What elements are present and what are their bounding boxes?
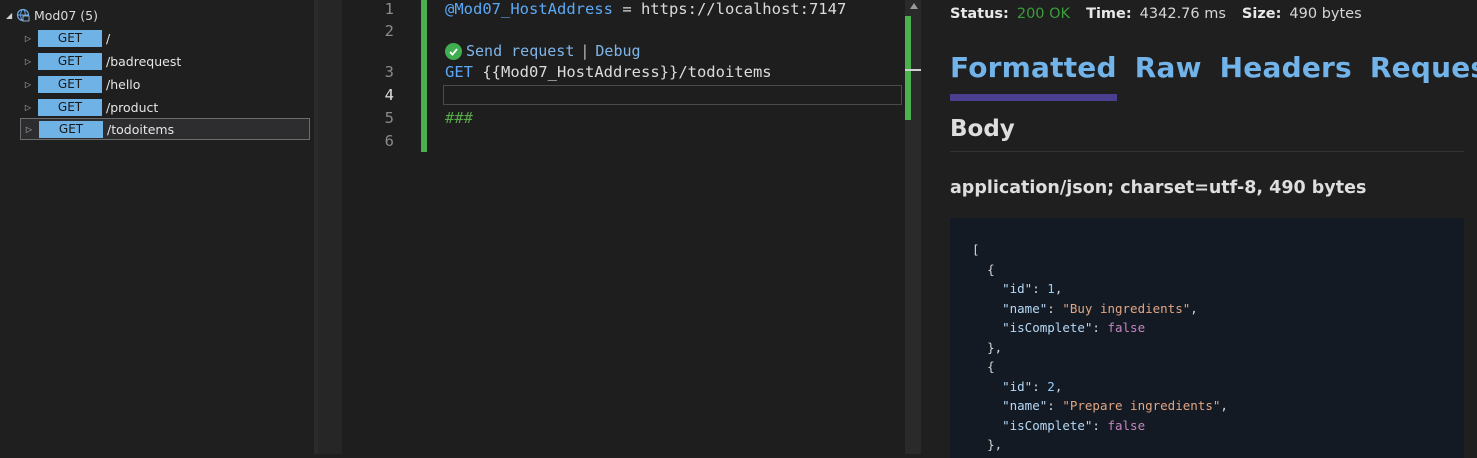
tree-item-hello[interactable]: ▷ GET /hello	[20, 73, 310, 95]
panel-splitter[interactable]	[318, 0, 342, 454]
variable-value: = https://localhost:7147	[612, 0, 847, 18]
json-line: [	[972, 242, 980, 257]
request-separator-comment: ###	[445, 109, 473, 127]
current-line-highlight	[443, 85, 902, 105]
json-viewer[interactable]: [ { "id": 1, "name": "Buy ingredients", …	[950, 218, 1464, 458]
scroll-up-arrow-icon[interactable]	[910, 3, 918, 9]
endpoint-path: /badrequest	[106, 53, 182, 69]
collapsed-caret-icon[interactable]: ▷	[20, 103, 36, 112]
endpoint-path: /product	[106, 99, 159, 115]
line-number: 6	[384, 132, 394, 150]
response-tabs: Formatted Raw Headers Request	[950, 48, 1477, 101]
divider	[950, 151, 1464, 152]
time-value: 4342.76 ms	[1139, 6, 1226, 22]
json-line: {	[987, 262, 995, 277]
json-line: "name": "Buy ingredients",	[1002, 301, 1198, 316]
response-panel: Status: 200 OK Time: 4342.76 ms Size: 49…	[921, 0, 1477, 458]
variable-reference: {{Mod07_HostAddress}}	[482, 63, 679, 81]
method-badge: GET	[38, 52, 102, 70]
time-label: Time:	[1086, 6, 1132, 22]
collapsed-caret-icon[interactable]: ▷	[20, 80, 36, 89]
tree-root-label: Mod07 (5)	[34, 7, 98, 23]
tree-item-product[interactable]: ▷ GET /product	[20, 96, 310, 118]
size-label: Size:	[1241, 6, 1282, 22]
send-request-link[interactable]: Send request	[466, 42, 574, 60]
json-line: },	[987, 437, 1003, 452]
tree-item-todoitems[interactable]: ▷ GET /todoitems	[20, 118, 310, 140]
body-heading: Body	[950, 116, 1015, 142]
codelens-separator: |	[580, 42, 590, 60]
change-indicator-bar	[421, 0, 427, 152]
endpoint-path: /hello	[106, 76, 141, 92]
json-line: "id": 1,	[1002, 281, 1063, 296]
editor-scrollbar-thumb[interactable]	[905, 16, 911, 120]
endpoint-path: /	[106, 30, 111, 46]
tree-root-node[interactable]: ◢ Mod07 (5)	[6, 6, 98, 24]
tab-headers[interactable]: Headers	[1220, 48, 1352, 96]
json-line: "name": "Prepare ingredients",	[1002, 398, 1228, 413]
json-line: "isComplete": false	[1002, 320, 1146, 335]
variable-name: @Mod07_HostAddress	[445, 0, 613, 18]
response-status-bar: Status: 200 OK Time: 4342.76 ms Size: 49…	[950, 4, 1378, 24]
method-badge: GET	[38, 29, 102, 47]
method-badge: GET	[39, 120, 103, 138]
tab-raw[interactable]: Raw	[1135, 48, 1202, 96]
size-value: 490 bytes	[1289, 6, 1362, 22]
codelens: Send request | Debug	[445, 40, 641, 62]
line-number-current: 4	[384, 86, 394, 104]
method-badge: GET	[38, 98, 102, 116]
debug-link[interactable]: Debug	[595, 42, 640, 60]
line-number: 1	[384, 0, 394, 18]
http-method: GET	[445, 63, 473, 81]
collapsed-caret-icon[interactable]: ▷	[20, 34, 36, 43]
expanded-caret-icon[interactable]: ◢	[6, 11, 16, 20]
globe-icon	[16, 8, 30, 22]
collapsed-caret-icon[interactable]: ▷	[20, 57, 36, 66]
json-line: "id": 2,	[1002, 379, 1063, 394]
tab-request[interactable]: Request	[1370, 48, 1477, 96]
collapsed-caret-icon[interactable]: ▷	[21, 125, 37, 134]
tree-item-badrequest[interactable]: ▷ GET /badrequest	[20, 50, 310, 72]
method-badge: GET	[38, 75, 102, 93]
check-circle-icon	[445, 42, 462, 60]
code-line-3[interactable]: GET {{Mod07_HostAddress}}/todoitems	[445, 63, 772, 81]
content-type-heading: application/json; charset=utf-8, 490 byt…	[950, 178, 1367, 198]
line-number: 3	[384, 63, 394, 81]
tab-formatted[interactable]: Formatted	[950, 48, 1117, 101]
request-path: /todoitems	[678, 63, 772, 81]
code-line-1[interactable]: @Mod07_HostAddress = https://localhost:7…	[445, 0, 846, 18]
json-line: "isComplete": false	[1002, 418, 1146, 433]
line-number: 2	[384, 22, 394, 40]
status-label: Status:	[950, 6, 1009, 22]
json-line: {	[987, 359, 995, 374]
status-value: 200 OK	[1016, 6, 1071, 22]
http-editor[interactable]: 1 2 3 4 5 6 @Mod07_HostAddress = https:/…	[342, 0, 905, 454]
tree-item-root[interactable]: ▷ GET /	[20, 27, 310, 49]
json-line: },	[987, 340, 1003, 355]
line-number: 5	[384, 109, 394, 127]
endpoint-path: /todoitems	[107, 121, 175, 137]
endpoints-tree: ◢ Mod07 (5) ▷ GET / ▷ GET /badrequest ▷ …	[0, 0, 314, 454]
